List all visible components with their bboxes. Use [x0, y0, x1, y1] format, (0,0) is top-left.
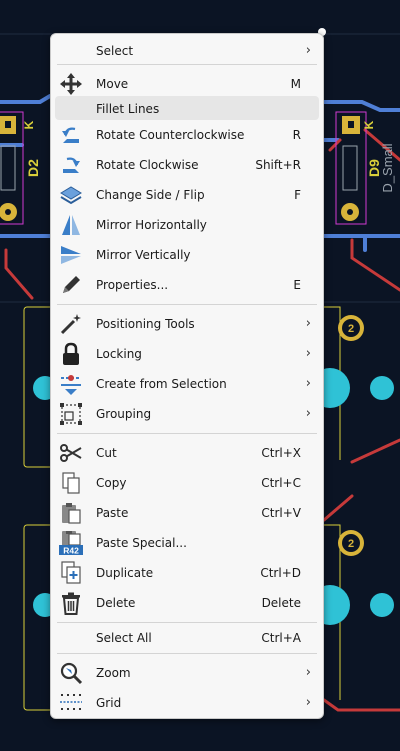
chevron-right-icon: ›	[305, 406, 311, 421]
menu-item-zoom[interactable]: Zoom ›	[51, 658, 325, 688]
menu-shortcut: E	[293, 278, 301, 292]
menu-shortcut: Ctrl+V	[261, 506, 301, 520]
menu-label: Delete	[96, 596, 136, 610]
duplicate-icon	[59, 561, 83, 585]
menu-label: Move	[96, 77, 129, 91]
d2-ref-label: D2	[25, 159, 41, 177]
menu-shortcut: R	[292, 128, 301, 142]
chevron-right-icon: ›	[305, 43, 311, 58]
menu-label: Properties...	[96, 278, 169, 292]
create-from-selection-icon	[59, 372, 83, 396]
magic-wand-icon	[59, 312, 83, 336]
menu-shortcut: Ctrl+A	[261, 631, 301, 645]
menu-label: Select All	[96, 631, 152, 645]
copy-icon	[59, 471, 83, 495]
d2-pin-label: K	[22, 120, 36, 129]
menu-label: Grid	[96, 696, 122, 710]
menu-label: Mirror Horizontally	[96, 218, 207, 232]
menu-item-select[interactable]: Select ›	[51, 36, 325, 66]
menu-label: Grouping	[96, 407, 152, 421]
menu-label: Select	[96, 44, 134, 58]
d9-pin-label: K	[362, 120, 376, 129]
menu-shortcut: Shift+R	[255, 158, 301, 172]
zoom-icon	[59, 661, 83, 685]
menu-item-move[interactable]: Move M	[51, 69, 325, 99]
menu-label: Rotate Clockwise	[96, 158, 199, 172]
menu-label: Copy	[96, 476, 127, 490]
menu-label: Zoom	[96, 666, 131, 680]
menu-label: Change Side / Flip	[96, 188, 205, 202]
separator	[57, 304, 317, 305]
menu-label: Duplicate	[96, 566, 154, 580]
paste-special-badge: R42	[63, 546, 79, 556]
menu-label: Rotate Counterclockwise	[96, 128, 245, 142]
menu-item-mirror-vertically[interactable]: Mirror Vertically	[51, 240, 325, 270]
menu-shortcut: Ctrl+C	[261, 476, 301, 490]
menu-item-cut[interactable]: Cut Ctrl+X	[51, 438, 325, 468]
lock-icon	[59, 342, 83, 366]
scissors-icon	[59, 441, 83, 465]
separator	[57, 653, 317, 654]
context-menu: Select › Move M Fillet Lines Rotate Coun…	[50, 33, 324, 719]
pencil-icon	[59, 273, 83, 297]
group-icon	[59, 402, 83, 426]
menu-item-mirror-horizontally[interactable]: Mirror Horizontally	[51, 210, 325, 240]
chevron-right-icon: ›	[305, 316, 311, 331]
menu-shortcut: Delete	[261, 596, 301, 610]
menu-item-positioning-tools[interactable]: Positioning Tools ›	[51, 309, 325, 339]
menu-item-rotate-cw[interactable]: Rotate Clockwise Shift+R	[51, 150, 325, 180]
menu-shortcut: Ctrl+D	[260, 566, 301, 580]
pad-2-upper[interactable]: 2	[338, 315, 364, 341]
menu-item-delete[interactable]: Delete Delete	[51, 588, 325, 618]
menu-item-fillet-lines[interactable]: Fillet Lines	[55, 96, 319, 120]
menu-item-duplicate[interactable]: Duplicate Ctrl+D	[51, 558, 325, 588]
menu-label: Fillet Lines	[96, 102, 160, 116]
menu-label: Positioning Tools	[96, 317, 195, 331]
menu-item-paste[interactable]: Paste Ctrl+V	[51, 498, 325, 528]
grid-icon	[59, 691, 83, 715]
pad-number-lower: 2	[348, 538, 354, 550]
menu-item-create-from-selection[interactable]: Create from Selection ›	[51, 369, 325, 399]
menu-shortcut: Ctrl+X	[261, 446, 301, 460]
chevron-right-icon: ›	[305, 695, 311, 710]
pad-number-upper: 2	[348, 323, 354, 335]
mirror-h-icon	[59, 213, 83, 237]
move-arrows-icon	[59, 72, 83, 96]
menu-item-properties[interactable]: Properties... E	[51, 270, 325, 300]
flip-icon	[59, 183, 83, 207]
menu-item-paste-special[interactable]: R42 Paste Special...	[51, 528, 325, 558]
menu-label: Paste	[96, 506, 129, 520]
menu-item-rotate-ccw[interactable]: Rotate Counterclockwise R	[51, 120, 325, 150]
d9-value-label: D_Small	[380, 143, 395, 192]
menu-item-grouping[interactable]: Grouping ›	[51, 399, 325, 429]
separator	[57, 433, 317, 434]
trash-icon	[59, 591, 83, 615]
menu-item-select-all[interactable]: Select All Ctrl+A	[51, 623, 325, 653]
chevron-right-icon: ›	[305, 665, 311, 680]
menu-shortcut: M	[290, 77, 301, 91]
menu-item-flip[interactable]: Change Side / Flip F	[51, 180, 325, 210]
chevron-right-icon: ›	[305, 376, 311, 391]
rotate-cw-icon	[59, 153, 83, 177]
pad-2-lower[interactable]: 2	[338, 530, 364, 556]
menu-label: Locking	[96, 347, 142, 361]
mirror-v-icon	[59, 243, 83, 267]
chevron-right-icon: ›	[305, 346, 311, 361]
menu-item-locking[interactable]: Locking ›	[51, 339, 325, 369]
menu-shortcut: F	[294, 188, 301, 202]
menu-label: Mirror Vertically	[96, 248, 191, 262]
paste-icon	[59, 501, 83, 525]
menu-label: Paste Special...	[96, 536, 187, 550]
menu-item-copy[interactable]: Copy Ctrl+C	[51, 468, 325, 498]
separator	[57, 64, 317, 65]
menu-item-grid[interactable]: Grid ›	[51, 688, 325, 718]
menu-label: Cut	[96, 446, 117, 460]
menu-label: Create from Selection	[96, 377, 227, 391]
paste-special-icon: R42	[59, 531, 83, 556]
rotate-ccw-icon	[59, 123, 83, 147]
